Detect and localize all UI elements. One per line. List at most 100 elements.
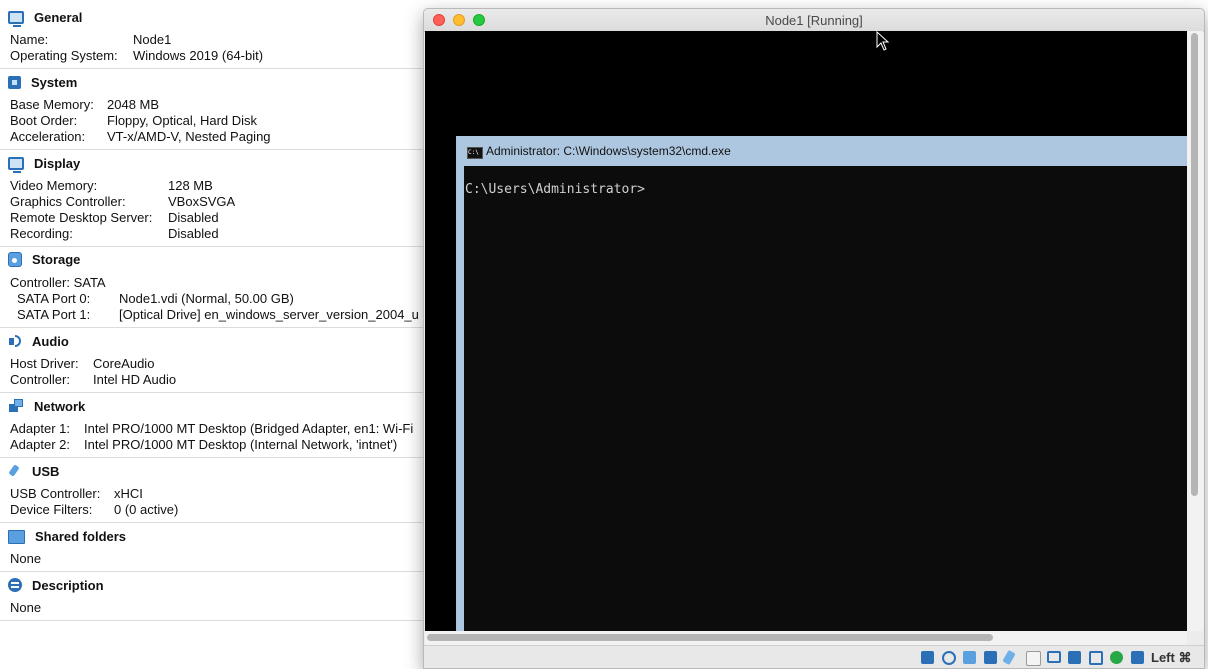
detail-value: Node1.vdi (Normal, 50.00 GB): [119, 291, 294, 306]
detail-value: Floppy, Optical, Hard Disk: [107, 113, 258, 128]
storage-section: Storage Controller: SATA SATA Port 0: No…: [0, 247, 440, 328]
audio-icon[interactable]: [963, 651, 976, 664]
detail-value: VT-x/AMD-V, Nested Paging: [107, 129, 271, 144]
shared-folders-header[interactable]: Shared folders: [8, 527, 126, 545]
detail-value: Intel PRO/1000 MT Desktop (Internal Netw…: [84, 437, 398, 452]
detail-key: USB Controller:: [10, 486, 101, 501]
detail-value: 2048 MB: [107, 97, 160, 112]
detail-value: Intel HD Audio: [93, 372, 177, 387]
detail-key: Name:: [10, 32, 49, 47]
mouse-cursor-icon: [876, 31, 890, 51]
audio-title: Audio: [32, 333, 69, 349]
cmd-border: [457, 166, 464, 631]
usb-section: USB USB Controller: xHCI Device Filters:…: [0, 458, 440, 523]
command-prompt[interactable]: C:\Users\Administrator>: [465, 182, 645, 197]
general-header[interactable]: General: [8, 8, 83, 27]
detail-key: Adapter 2:: [10, 437, 70, 452]
general-icon: [8, 10, 24, 27]
detail-value: Node1: [133, 32, 172, 47]
display-title: Display: [34, 155, 81, 171]
usb-title: USB: [32, 463, 60, 479]
hard-disk-icon: [8, 251, 22, 267]
description-title: Description: [32, 577, 104, 593]
detail-key: Recording:: [10, 226, 73, 241]
video-capture-icon[interactable]: [1068, 651, 1081, 664]
detail-key: SATA Port 0:: [17, 291, 91, 306]
horizontal-scroll-thumb[interactable]: [427, 634, 993, 641]
window-titlebar[interactable]: Node1 [Running]: [424, 9, 1204, 32]
vm-details-panel: General Name: Node1 Operating System: Wi…: [0, 0, 440, 669]
detail-value: Disabled: [168, 226, 219, 241]
detail-key: Remote Desktop Server:: [10, 210, 153, 225]
shared-folders-title: Shared folders: [35, 528, 127, 544]
detail-value: Intel PRO/1000 MT Desktop (Bridged Adapt…: [84, 421, 414, 436]
network-header[interactable]: Network: [8, 397, 85, 415]
system-section: System Base Memory: 2048 MB Boot Order: …: [0, 69, 440, 150]
vm-window[interactable]: Node1 [Running] C:\ Administrator: C:\Wi…: [423, 8, 1205, 669]
detail-value: xHCI: [114, 486, 143, 501]
virtualization-icon[interactable]: [1110, 651, 1123, 664]
description-header[interactable]: Description: [8, 576, 104, 594]
storage-title: Storage: [32, 251, 81, 267]
detail-key: Graphics Controller:: [10, 194, 126, 209]
detail-key: Base Memory:: [10, 97, 94, 112]
window-title: Node1 [Running]: [765, 13, 863, 28]
display-icon[interactable]: [1047, 651, 1061, 663]
folder-icon: [8, 530, 25, 544]
description-value: None: [10, 600, 42, 615]
general-title: General: [34, 9, 83, 25]
cmd-icon: C:\: [467, 147, 483, 159]
detail-key: Controller:: [10, 372, 70, 387]
detail-key: Adapter 1:: [10, 421, 70, 436]
audio-section: Audio Host Driver: CoreAudio Controller:…: [0, 328, 440, 393]
usb-icon: [8, 464, 22, 478]
optical-drive-icon[interactable]: [942, 651, 956, 665]
shared-folders-value: None: [10, 551, 42, 566]
cmd-titlebar[interactable]: C:\ Administrator: C:\Windows\system32\c…: [457, 136, 1187, 166]
detail-value: VBoxSVGA: [168, 194, 236, 209]
display-icon: [8, 156, 24, 173]
network-icon[interactable]: [984, 651, 997, 664]
speaker-icon: [8, 334, 22, 348]
detail-key: SATA Port 1:: [17, 307, 91, 322]
detail-value: CoreAudio: [93, 356, 155, 371]
hard-disk-icon[interactable]: [921, 651, 934, 664]
status-bar: Left ⌘: [424, 645, 1204, 668]
general-section: General Name: Node1 Operating System: Wi…: [0, 0, 440, 69]
usb-header[interactable]: USB: [8, 462, 59, 480]
cmd-window[interactable]: C:\ Administrator: C:\Windows\system32\c…: [456, 136, 1187, 631]
vm-screen[interactable]: C:\ Administrator: C:\Windows\system32\c…: [425, 31, 1187, 631]
description-icon: [8, 578, 22, 592]
detail-key: Device Filters:: [10, 502, 93, 517]
shared-folders-icon[interactable]: [1026, 651, 1041, 666]
description-section: Description None: [0, 572, 440, 621]
system-title: System: [31, 74, 78, 90]
cmd-title: Administrator: C:\Windows\system32\cmd.e…: [486, 144, 731, 158]
storage-controller: Controller: SATA: [10, 275, 106, 290]
network-title: Network: [34, 398, 86, 414]
vertical-scroll-thumb[interactable]: [1191, 33, 1198, 496]
detail-key: Video Memory:: [10, 178, 98, 193]
detail-value: 0 (0 active): [114, 502, 179, 517]
audio-header[interactable]: Audio: [8, 332, 69, 350]
network-section: Network Adapter 1: Intel PRO/1000 MT Des…: [0, 393, 440, 458]
keyboard-capture-icon[interactable]: [1131, 651, 1144, 664]
network-icon: [8, 399, 24, 413]
shared-folders-section: Shared folders None: [0, 523, 440, 572]
display-header[interactable]: Display: [8, 154, 81, 173]
detail-value: Windows 2019 (64-bit): [133, 48, 264, 63]
detail-value: 128 MB: [168, 178, 213, 193]
display-section: Display Video Memory: 128 MB Graphics Co…: [0, 150, 440, 247]
detail-value: [Optical Drive] en_windows_server_versio…: [119, 307, 419, 322]
cpu-icon[interactable]: [1089, 651, 1103, 665]
system-header[interactable]: System: [8, 73, 77, 91]
host-key-label[interactable]: Left ⌘: [1151, 650, 1191, 666]
detail-key: Boot Order:: [10, 113, 78, 128]
detail-key: Host Driver:: [10, 356, 79, 371]
usb-icon[interactable]: [1002, 649, 1016, 666]
detail-key: Operating System:: [10, 48, 118, 63]
detail-value: Disabled: [168, 210, 219, 225]
detail-key: Acceleration:: [10, 129, 86, 144]
chip-icon: [8, 75, 21, 89]
storage-header[interactable]: Storage: [8, 250, 80, 268]
